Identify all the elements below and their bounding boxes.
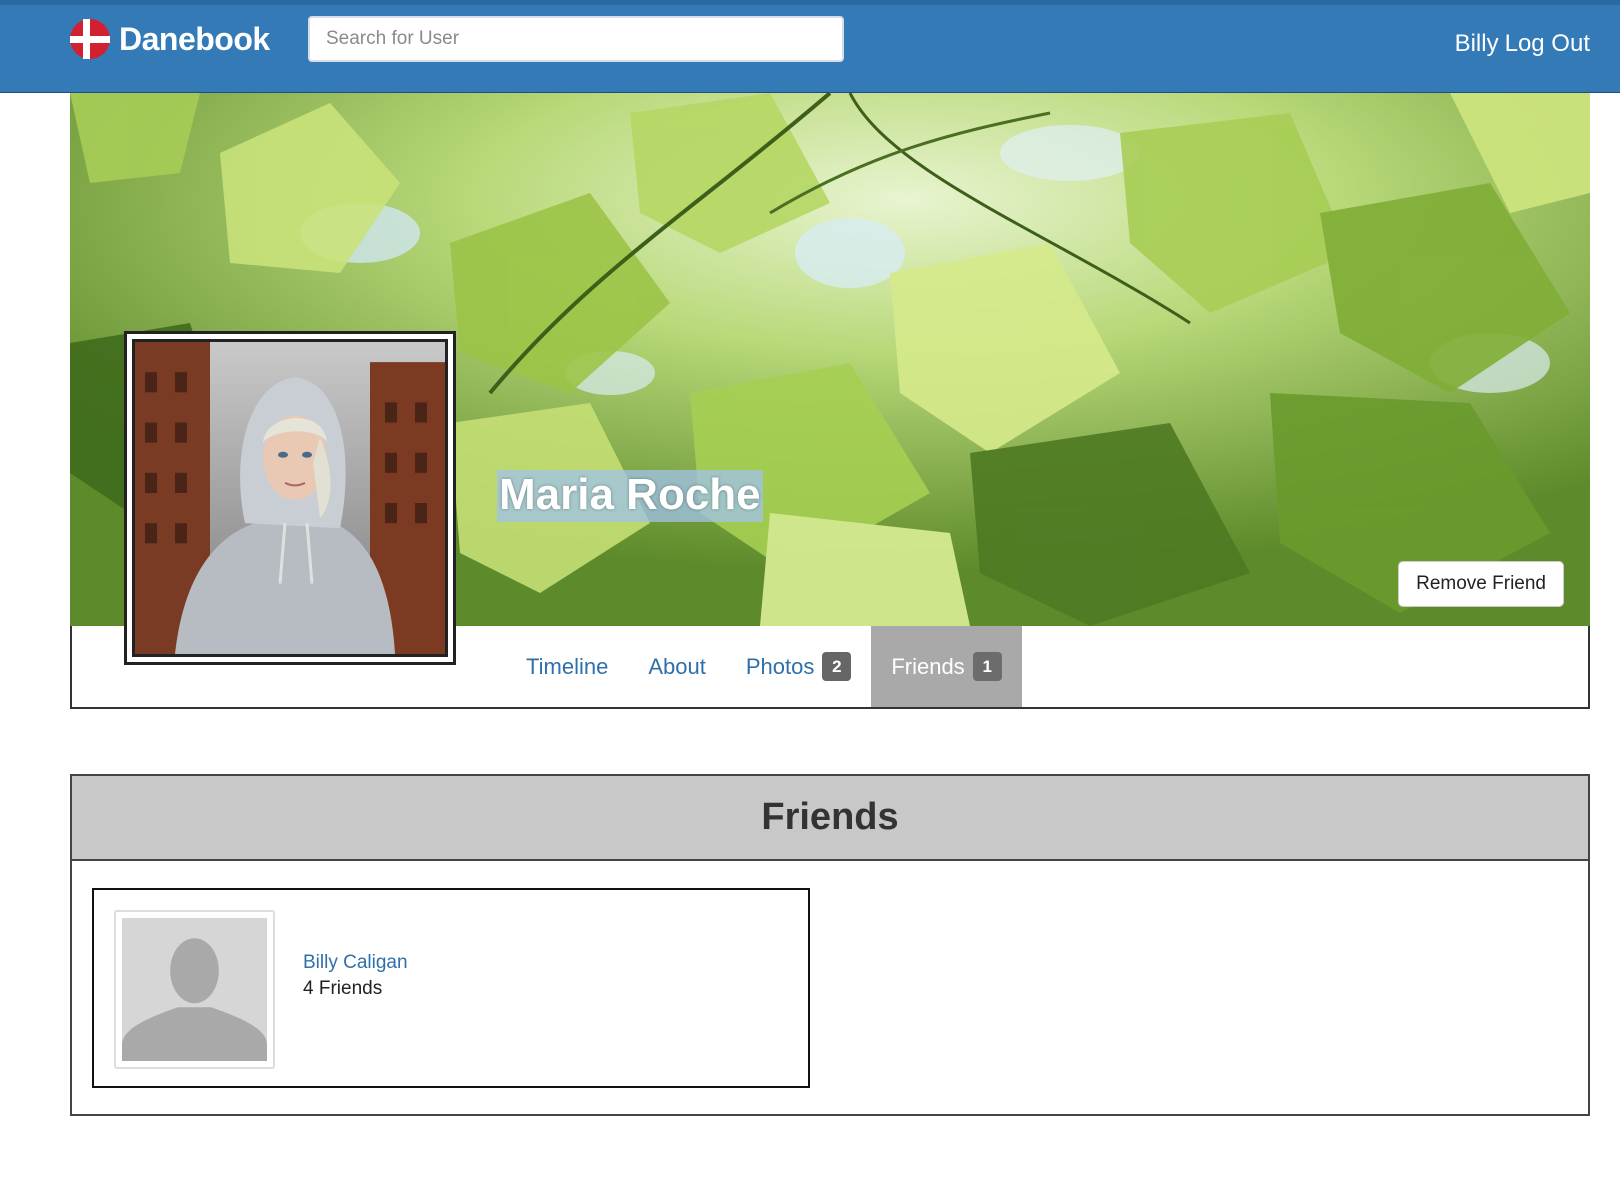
friend-card: Billy Caligan 4 Friends <box>92 888 810 1088</box>
profile-tabs: Timeline About Photos 2 Friends 1 <box>506 626 1022 707</box>
search-user-input[interactable] <box>308 16 844 62</box>
friend-avatar[interactable] <box>114 910 275 1069</box>
tab-label: Timeline <box>526 653 609 679</box>
tab-timeline[interactable]: Timeline <box>506 626 628 707</box>
default-user-icon <box>122 918 267 1061</box>
tab-label: Friends <box>891 653 965 679</box>
current-user-link[interactable]: Billy <box>1455 30 1499 58</box>
friend-name-link[interactable]: Billy Caligan <box>303 952 408 974</box>
profile-name: Maria Roche <box>497 470 763 522</box>
profile-header: Timeline About Photos 2 Friends 1 Maria … <box>70 93 1590 709</box>
nav-user-area: Billy Log Out <box>1455 30 1590 58</box>
friends-panel-header: Friends <box>72 776 1588 861</box>
profile-avatar <box>124 331 456 665</box>
tab-label: About <box>648 653 706 679</box>
tab-friends[interactable]: Friends 1 <box>871 626 1022 707</box>
tab-about[interactable]: About <box>628 626 726 707</box>
friends-count-badge: 1 <box>972 652 1002 681</box>
logout-link[interactable]: Log Out <box>1505 30 1590 58</box>
danish-flag-icon <box>70 19 110 59</box>
brand-link[interactable]: Danebook <box>69 17 270 61</box>
brand-name: Danebook <box>119 20 270 57</box>
remove-friend-button[interactable]: Remove Friend <box>1398 561 1564 607</box>
friends-panel: Friends Billy Caligan 4 Friends <box>70 774 1590 1116</box>
tab-label: Photos <box>745 653 815 679</box>
profile-photo <box>135 342 445 654</box>
friends-title: Friends <box>761 796 899 838</box>
top-navbar: Danebook Billy Log Out <box>0 0 1620 93</box>
tab-photos[interactable]: Photos 2 <box>726 626 872 707</box>
friend-count: 4 Friends <box>303 978 383 999</box>
photos-count-badge: 2 <box>822 652 852 681</box>
